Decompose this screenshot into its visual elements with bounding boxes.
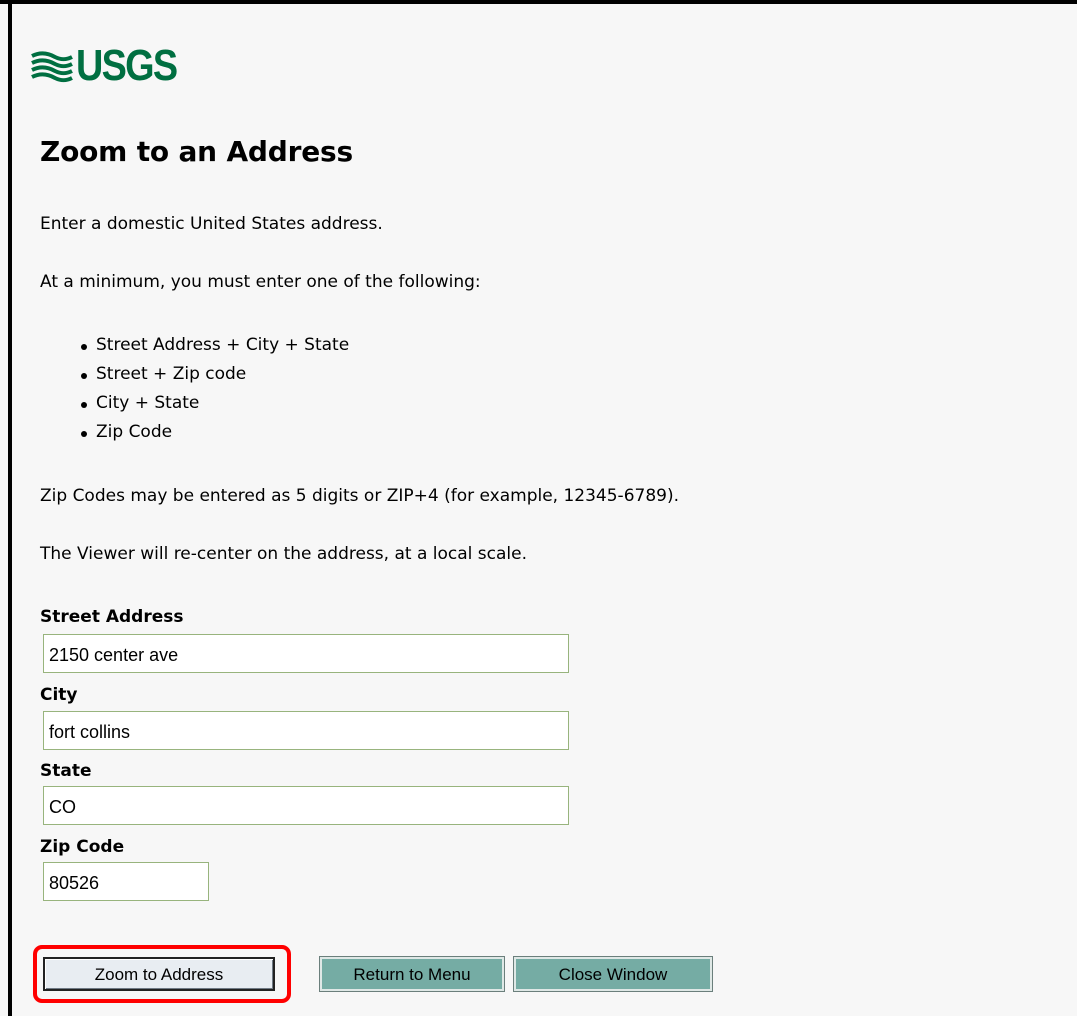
city-input[interactable] [43, 711, 569, 750]
zip-code-label: Zip Code [40, 837, 125, 857]
requirement-item: Street Address + City + State [78, 331, 349, 360]
state-input[interactable] [43, 786, 569, 825]
address-instructions: Enter a domestic United States address. [40, 214, 383, 234]
requirement-item: Street + Zip code [78, 360, 349, 389]
window-left-border [8, 0, 12, 1016]
requirement-item: City + State [78, 389, 349, 418]
address-requirements-list: Street Address + City + State Street + Z… [78, 331, 349, 447]
address-zoom-page: USGS Zoom to an Address Enter a domestic… [0, 0, 1077, 1016]
street-address-input[interactable] [43, 634, 569, 673]
street-address-label: Street Address [40, 607, 184, 627]
usgs-logo-text: USGS [76, 41, 178, 90]
zip-code-input[interactable] [43, 862, 209, 901]
window-top-border [0, 0, 1077, 4]
state-label: State [40, 761, 92, 781]
return-to-menu-button[interactable]: Return to Menu [320, 957, 504, 991]
close-window-button[interactable]: Close Window [514, 957, 712, 991]
usgs-wave-icon [31, 51, 73, 83]
minimum-requirement-text: At a minimum, you must enter one of the … [40, 272, 481, 292]
requirement-item: Zip Code [78, 418, 349, 447]
city-label: City [40, 685, 78, 705]
usgs-logo: USGS [30, 44, 193, 88]
zoom-to-address-button[interactable]: Zoom to Address [43, 957, 275, 991]
zip-code-format-note: Zip Codes may be entered as 5 digits or … [40, 486, 679, 506]
page-title: Zoom to an Address [40, 135, 353, 168]
viewer-recenter-note: The Viewer will re-center on the address… [40, 544, 528, 564]
